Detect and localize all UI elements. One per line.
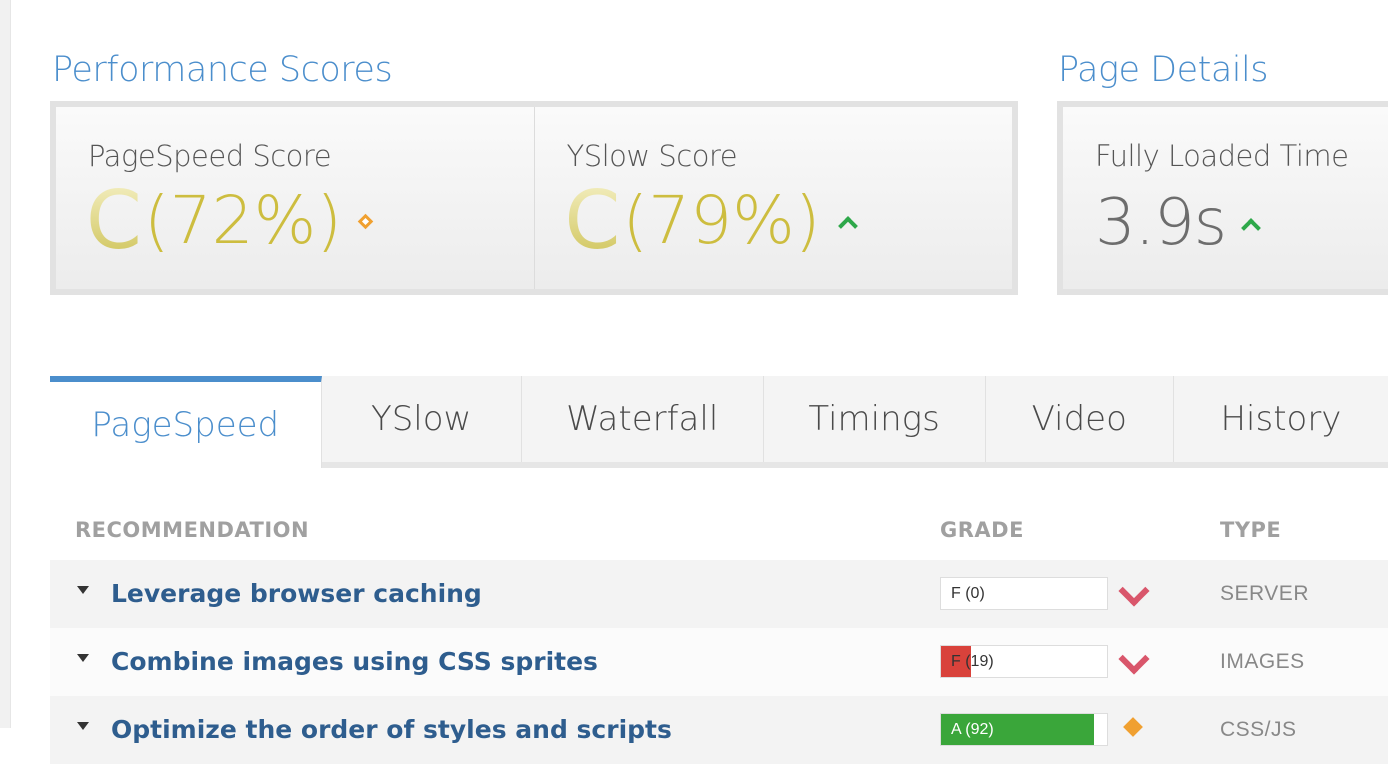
fully-loaded-time-label: Fully Loaded Time	[1095, 139, 1349, 173]
grade-text: A (92)	[951, 721, 994, 738]
table-row[interactable]: Combine images using CSS sprites F (19) …	[50, 628, 1388, 696]
report-tabs: PageSpeed YSlow Waterfall Timings Video …	[50, 376, 1388, 468]
fully-loaded-time-value: 3.9s	[1095, 186, 1262, 260]
chevron-down-icon	[1118, 575, 1150, 607]
recommendation-name[interactable]: Combine images using CSS sprites	[111, 647, 598, 676]
grade-text: F (0)	[951, 585, 985, 602]
tab-timings[interactable]: Timings	[764, 376, 986, 462]
pagespeed-grade-percent: (72%)	[143, 182, 343, 259]
recommendation-type: SERVER	[1220, 582, 1309, 605]
column-header-grade[interactable]: GRADE	[940, 518, 1024, 542]
recommendation-name[interactable]: Optimize the order of styles and scripts	[111, 715, 672, 744]
yslow-score-label: YSlow Score	[566, 139, 738, 173]
diamond-icon	[1123, 717, 1143, 737]
tab-yslow[interactable]: YSlow	[322, 376, 522, 462]
page-details-panel: Fully Loaded Time 3.9s	[1057, 101, 1388, 295]
arrow-up-icon	[1241, 218, 1262, 238]
yslow-grade-percent: (79%)	[622, 182, 821, 259]
recommendation-name[interactable]: Leverage browser caching	[111, 579, 482, 608]
grade-bar: A (92)	[940, 713, 1108, 746]
grade-bar: F (0)	[940, 577, 1108, 610]
diamond-icon	[357, 213, 374, 229]
performance-scores-panel: PageSpeed Score C (72%) YSlow Score C (7…	[50, 101, 1018, 295]
recommendation-type: IMAGES	[1220, 650, 1305, 673]
yslow-score-card: YSlow Score C (79%)	[533, 107, 1013, 289]
column-header-recommendation[interactable]: RECOMMENDATION	[75, 518, 309, 542]
pagespeed-score-label: PageSpeed Score	[88, 139, 332, 173]
pagespeed-score-card: PageSpeed Score C (72%)	[56, 107, 534, 289]
chevron-down-icon	[1118, 643, 1150, 675]
tab-pagespeed[interactable]: PageSpeed	[50, 376, 322, 468]
pagespeed-grade-letter: C	[86, 174, 142, 267]
fully-loaded-time-card: Fully Loaded Time 3.9s	[1063, 107, 1388, 289]
tab-video[interactable]: Video	[986, 376, 1174, 462]
recommendations-table: RECOMMENDATION GRADE TYPE Leverage brows…	[50, 500, 1388, 764]
table-row[interactable]: Optimize the order of styles and scripts…	[50, 696, 1388, 764]
page-details-title: Page Details	[1058, 50, 1268, 90]
tab-waterfall[interactable]: Waterfall	[522, 376, 764, 462]
table-row[interactable]: Leverage browser caching F (0) SERVER	[50, 560, 1388, 628]
caret-down-icon[interactable]	[77, 586, 89, 594]
tab-history[interactable]: History	[1174, 376, 1388, 462]
left-rail	[0, 0, 11, 728]
caret-down-icon[interactable]	[77, 722, 89, 730]
arrow-up-icon	[837, 216, 858, 236]
performance-scores-title: Performance Scores	[52, 50, 393, 90]
grade-bar: F (19)	[940, 645, 1108, 678]
column-header-type[interactable]: TYPE	[1220, 518, 1281, 542]
fully-loaded-time-number: 3.9s	[1095, 186, 1227, 260]
pagespeed-score-value: C (72%)	[86, 174, 374, 267]
caret-down-icon[interactable]	[77, 654, 89, 662]
yslow-score-value: C (79%)	[564, 174, 858, 267]
grade-text: F (19)	[951, 653, 994, 670]
yslow-grade-letter: C	[564, 174, 621, 267]
recommendation-type: CSS/JS	[1220, 718, 1297, 741]
table-header: RECOMMENDATION GRADE TYPE	[50, 500, 1388, 560]
